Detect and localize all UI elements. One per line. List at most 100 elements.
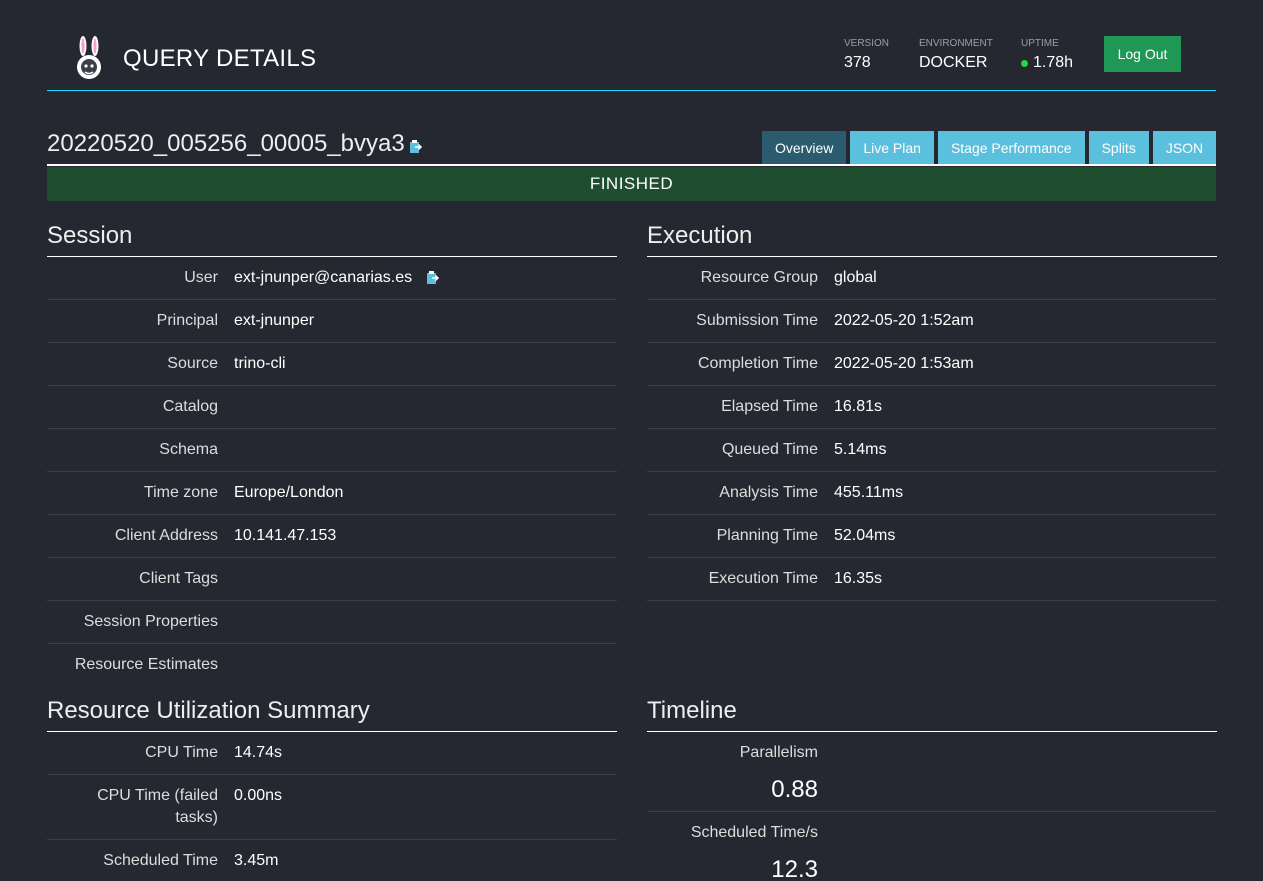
session-key: Source	[167, 355, 218, 372]
session-key: Client Address	[114, 527, 218, 544]
query-id-row: 20220520_005256_00005_bvya3	[47, 130, 423, 158]
session-value	[218, 558, 617, 568]
timeline-section: Timeline Parallelism 0.88 Scheduled Time…	[647, 697, 1217, 881]
session-key: Catalog	[162, 398, 218, 415]
query-details-page: QUERY DETAILS VERSION 378 ENVIRONMENT DO…	[0, 0, 1263, 881]
execution-key: Resource Group	[700, 269, 818, 286]
uptime-stat: UPTIME 1.78h	[1021, 38, 1073, 72]
execution-value: 16.35s	[834, 570, 883, 587]
execution-key: Submission Time	[696, 312, 818, 329]
session-section: Session User ext-jnunper@canarias.es Pri…	[47, 222, 617, 686]
session-row-session-properties: Session Properties	[47, 601, 617, 644]
execution-heading: Execution	[647, 222, 1217, 257]
session-value	[218, 386, 617, 396]
timeline-row-scheduled-time: Scheduled Time/s 12.3	[647, 812, 1217, 881]
session-value: 10.141.47.153	[234, 527, 337, 544]
session-key: Principal	[156, 312, 218, 329]
session-row-resource-estimates: Resource Estimates	[47, 644, 617, 686]
environment-value: DOCKER	[919, 54, 988, 71]
tab-splits[interactable]: Splits	[1088, 131, 1149, 164]
resource-value: 14.74s	[234, 744, 283, 761]
session-key: Client Tags	[139, 570, 218, 587]
session-value: ext-jnunper	[234, 312, 315, 329]
execution-value: 2022-05-20 1:52am	[834, 312, 974, 329]
uptime-label: UPTIME	[1021, 38, 1059, 49]
session-row-time-zone: Time zone Europe/London	[47, 472, 617, 515]
execution-section: Execution Resource Group global Submissi…	[647, 222, 1217, 601]
timeline-value: 12.3	[771, 856, 818, 881]
execution-row: Queued Time 5.14ms	[647, 429, 1217, 472]
execution-value: 455.11ms	[834, 484, 904, 501]
timeline-row-parallelism: Parallelism 0.88	[647, 732, 1217, 812]
uptime-value: 1.78h	[1033, 54, 1074, 71]
session-value	[218, 644, 617, 654]
resource-key: CPU Time (failed tasks)	[97, 787, 218, 826]
environment-label: ENVIRONMENT	[919, 38, 993, 49]
status-dot-icon	[1021, 59, 1028, 67]
execution-key: Execution Time	[708, 570, 818, 587]
tab-json[interactable]: JSON	[1152, 131, 1217, 164]
tab-stage-performance[interactable]: Stage Performance	[937, 131, 1085, 164]
execution-key: Completion Time	[697, 355, 818, 372]
resource-utilization-heading: Resource Utilization Summary	[47, 697, 617, 732]
session-value: ext-jnunper@canarias.es	[234, 269, 413, 286]
session-row-source: Source trino-cli	[47, 343, 617, 386]
clipboard-copy-icon[interactable]	[426, 270, 440, 286]
query-state-badge: FINISHED	[47, 167, 1216, 201]
resource-row: Scheduled Time 3.45m	[47, 840, 617, 881]
resource-value: 3.45m	[234, 852, 279, 869]
session-key: User	[184, 269, 218, 286]
resource-key: Scheduled Time	[103, 852, 218, 869]
execution-value: 16.81s	[834, 398, 883, 415]
execution-value: 5.14ms	[834, 441, 887, 458]
execution-key: Planning Time	[716, 527, 818, 544]
execution-row: Execution Time 16.35s	[647, 558, 1217, 601]
session-key: Time zone	[143, 484, 218, 501]
session-heading: Session	[47, 222, 617, 257]
resource-utilization-section: Resource Utilization Summary CPU Time 14…	[47, 697, 617, 881]
session-key: Resource Estimates	[74, 656, 218, 673]
execution-key: Queued Time	[721, 441, 818, 458]
execution-row: Resource Group global	[647, 257, 1217, 300]
uptime-value-row: 1.78h	[1021, 54, 1073, 72]
session-row-schema: Schema	[47, 429, 617, 472]
resource-value: 0.00ns	[234, 787, 283, 804]
execution-key: Analysis Time	[719, 484, 818, 501]
logout-button[interactable]: Log Out	[1104, 36, 1181, 72]
bunny-logo-icon	[77, 36, 101, 79]
session-key: Schema	[159, 441, 218, 458]
execution-value: 2022-05-20 1:53am	[834, 355, 974, 372]
environment-stat: ENVIRONMENT DOCKER	[919, 38, 993, 72]
tab-overview[interactable]: Overview	[762, 131, 847, 164]
query-id: 20220520_005256_00005_bvya3	[47, 130, 405, 157]
session-row-client-address: Client Address 10.141.47.153	[47, 515, 617, 558]
resource-row: CPU Time 14.74s	[47, 732, 617, 775]
resource-row: CPU Time (failed tasks) 0.00ns	[47, 775, 617, 840]
tab-live-plan[interactable]: Live Plan	[850, 131, 934, 164]
execution-row: Completion Time 2022-05-20 1:53am	[647, 343, 1217, 386]
clipboard-copy-icon[interactable]	[409, 139, 423, 155]
execution-key: Elapsed Time	[721, 398, 818, 415]
session-row-catalog: Catalog	[47, 386, 617, 429]
version-value: 378	[844, 54, 871, 71]
execution-value: global	[834, 269, 877, 286]
execution-row: Submission Time 2022-05-20 1:52am	[647, 300, 1217, 343]
session-value	[218, 429, 617, 439]
session-key: Session Properties	[83, 613, 218, 630]
page-title: QUERY DETAILS	[123, 45, 317, 72]
tab-divider	[47, 164, 1216, 166]
execution-row: Planning Time 52.04ms	[647, 515, 1217, 558]
resource-key: CPU Time	[145, 744, 218, 761]
session-row-client-tags: Client Tags	[47, 558, 617, 601]
timeline-key: Parallelism	[739, 744, 818, 761]
session-value: trino-cli	[234, 355, 286, 372]
version-stat: VERSION 378	[844, 38, 889, 72]
version-label: VERSION	[844, 38, 890, 49]
timeline-heading: Timeline	[647, 697, 1217, 732]
execution-row: Elapsed Time 16.81s	[647, 386, 1217, 429]
execution-row: Analysis Time 455.11ms	[647, 472, 1217, 515]
execution-value: 52.04ms	[834, 527, 896, 544]
timeline-key: Scheduled Time/s	[690, 824, 818, 841]
session-value: Europe/London	[234, 484, 344, 501]
timeline-value: 0.88	[771, 776, 818, 803]
